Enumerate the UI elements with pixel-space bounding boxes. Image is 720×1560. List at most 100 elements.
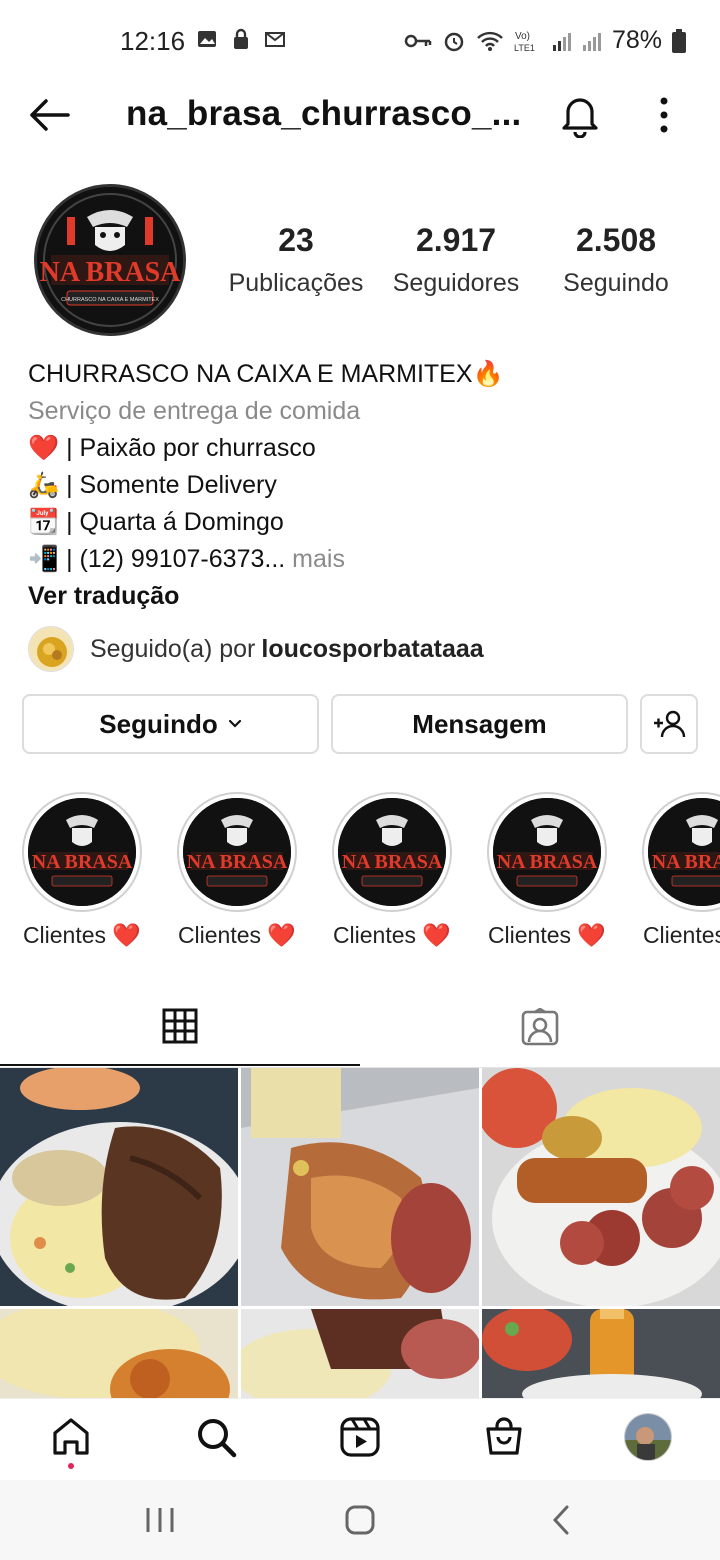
post-photo xyxy=(482,1309,720,1398)
profile-username-title: na_brasa_churrasco_... xyxy=(126,94,522,133)
post-photo xyxy=(0,1309,238,1398)
profile-header: na_brasa_churrasco_... xyxy=(0,84,720,146)
post-photo xyxy=(241,1309,479,1398)
suggest-users-button[interactable] xyxy=(640,694,698,754)
profile-avatar[interactable]: NA BRASA CHURRASCO NA CAIXA E MARMITEX xyxy=(34,184,186,336)
tab-posts-grid[interactable] xyxy=(0,988,360,1066)
add-person-icon xyxy=(654,710,686,738)
bio-phone: 📲 | (12) 99107-6373... xyxy=(28,545,286,573)
system-navigation-bar xyxy=(0,1480,720,1560)
volte-icon: Vo)LTE1 xyxy=(514,31,535,53)
followed-by-prefix: Seguido(a) por xyxy=(90,634,256,663)
post-thumbnail[interactable] xyxy=(241,1068,479,1306)
chevron-down-icon xyxy=(228,719,241,728)
svg-text:Vo): Vo) xyxy=(515,31,530,42)
arrow-left-icon[interactable] xyxy=(26,94,72,136)
svg-text:NA BRASA: NA BRASA xyxy=(497,851,598,873)
highlight-cover: NA BRASA xyxy=(642,792,720,912)
notification-dot xyxy=(68,1463,74,1469)
bio-phone-line: 📲 | (12) 99107-6373... mais xyxy=(28,541,708,578)
grid-icon xyxy=(162,1008,198,1044)
message-button[interactable]: Mensagem xyxy=(331,694,628,754)
post-photo xyxy=(482,1068,720,1306)
key-icon xyxy=(404,34,432,47)
tagged-person-icon xyxy=(521,1008,559,1046)
back-system-icon[interactable] xyxy=(544,1502,580,1538)
reels-icon[interactable] xyxy=(338,1415,382,1459)
profile-tabs xyxy=(0,988,720,1068)
followed-by[interactable]: Seguido(a) por loucosporbatataaa xyxy=(28,626,484,672)
stat-followers[interactable]: 2.917 Seguidores xyxy=(376,222,536,298)
highlight-cover: NA BRASA xyxy=(487,792,607,912)
svg-text:NA BRASA: NA BRASA xyxy=(342,851,443,873)
highlight-label: Clientes ❤️ xyxy=(22,922,142,948)
gmail-icon xyxy=(265,32,285,47)
highlight-item[interactable]: NA BRASA Clientes ❤️ xyxy=(17,792,147,949)
bio-category[interactable]: Serviço de entrega de comida xyxy=(28,393,708,430)
post-thumbnail[interactable] xyxy=(482,1309,720,1398)
home-system-icon[interactable] xyxy=(342,1502,378,1538)
stat-value: 2.917 xyxy=(415,222,497,258)
wifi-icon xyxy=(477,31,503,51)
highlight-label: Clientes ❤️ xyxy=(177,922,297,948)
gallery-icon xyxy=(198,31,216,47)
svg-text:CHURRASCO NA CAIXA E MARMITEX: CHURRASCO NA CAIXA E MARMITEX xyxy=(61,297,159,303)
bio-line: ❤️ | Paixão por churrasco xyxy=(28,434,316,462)
highlight-label: Clientes ❤️ xyxy=(642,922,720,948)
profile-bio: CHURRASCO NA CAIXA E MARMITEX🔥 Serviço d… xyxy=(28,356,708,615)
see-translation-link[interactable]: Ver tradução xyxy=(28,578,708,615)
stat-following[interactable]: 2.508 Seguindo xyxy=(536,222,696,298)
profile-stats: 23 Publicações 2.917 Seguidores 2.508 Se… xyxy=(216,222,696,298)
post-thumbnail[interactable] xyxy=(482,1068,720,1306)
posts-grid xyxy=(0,1068,720,1398)
bell-icon[interactable] xyxy=(558,92,602,138)
highlight-cover: NA BRASA xyxy=(177,792,297,912)
battery-icon xyxy=(672,28,686,53)
status-left-icons xyxy=(196,28,286,50)
message-button-label: Mensagem xyxy=(412,708,547,739)
bio-more-link[interactable]: mais xyxy=(285,545,345,573)
svg-text:NA BRASA: NA BRASA xyxy=(187,851,288,873)
svg-text:NA BRASA: NA BRASA xyxy=(32,851,133,873)
more-vertical-icon[interactable] xyxy=(646,92,682,138)
shop-icon[interactable] xyxy=(482,1415,526,1459)
post-photo xyxy=(0,1068,238,1306)
profile-actions: Seguindo Mensagem xyxy=(22,694,698,754)
story-highlights: NA BRASA Clientes ❤️ NA BRASA Clientes ❤… xyxy=(0,792,720,962)
stat-label: Seguindo xyxy=(563,269,669,297)
stat-value: 2.508 xyxy=(575,222,657,258)
battery-text: 78% xyxy=(611,26,662,54)
follower-avatar xyxy=(28,626,74,672)
svg-text:LTE1: LTE1 xyxy=(514,43,535,53)
bio-line: 📆 | Quarta á Domingo xyxy=(28,508,284,536)
profile-nav-avatar[interactable] xyxy=(624,1413,672,1461)
highlight-item[interactable]: NA BRASA Clientes ❤️ xyxy=(637,792,720,949)
highlight-item[interactable]: NA BRASA Clientes ❤️ xyxy=(327,792,457,949)
highlight-item[interactable]: NA BRASA Clientes ❤️ xyxy=(482,792,612,949)
following-button-label: Seguindo xyxy=(99,708,218,739)
post-thumbnail[interactable] xyxy=(241,1309,479,1398)
highlight-cover: NA BRASA xyxy=(22,792,142,912)
tab-tagged[interactable] xyxy=(360,988,720,1066)
na-brasa-logo: NA BRASA CHURRASCO NA CAIXA E MARMITEX xyxy=(37,187,183,333)
post-thumbnail[interactable] xyxy=(0,1309,238,1398)
following-button[interactable]: Seguindo xyxy=(22,694,319,754)
stat-posts[interactable]: 23 Publicações xyxy=(216,222,376,298)
stat-label: Publicações xyxy=(228,269,364,297)
post-photo xyxy=(241,1068,479,1306)
bio-line: 🛵 | Somente Delivery xyxy=(28,471,277,499)
svg-text:NA BRASA: NA BRASA xyxy=(652,851,720,873)
post-thumbnail[interactable] xyxy=(0,1068,238,1306)
svg-text:NA BRASA: NA BRASA xyxy=(40,257,182,288)
status-time: 12:16 xyxy=(120,26,186,56)
recent-apps-icon[interactable] xyxy=(142,1502,178,1538)
highlight-label: Clientes ❤️ xyxy=(487,922,607,948)
followed-by-username[interactable]: loucosporbatataaa xyxy=(261,635,483,664)
home-icon[interactable] xyxy=(49,1415,93,1459)
highlight-item[interactable]: NA BRASA Clientes ❤️ xyxy=(172,792,302,949)
stat-label: Seguidores xyxy=(392,269,520,297)
highlight-label: Clientes ❤️ xyxy=(332,922,452,948)
search-icon[interactable] xyxy=(194,1415,238,1459)
signal-icon xyxy=(552,32,571,51)
signal-icon-2 xyxy=(582,32,601,51)
